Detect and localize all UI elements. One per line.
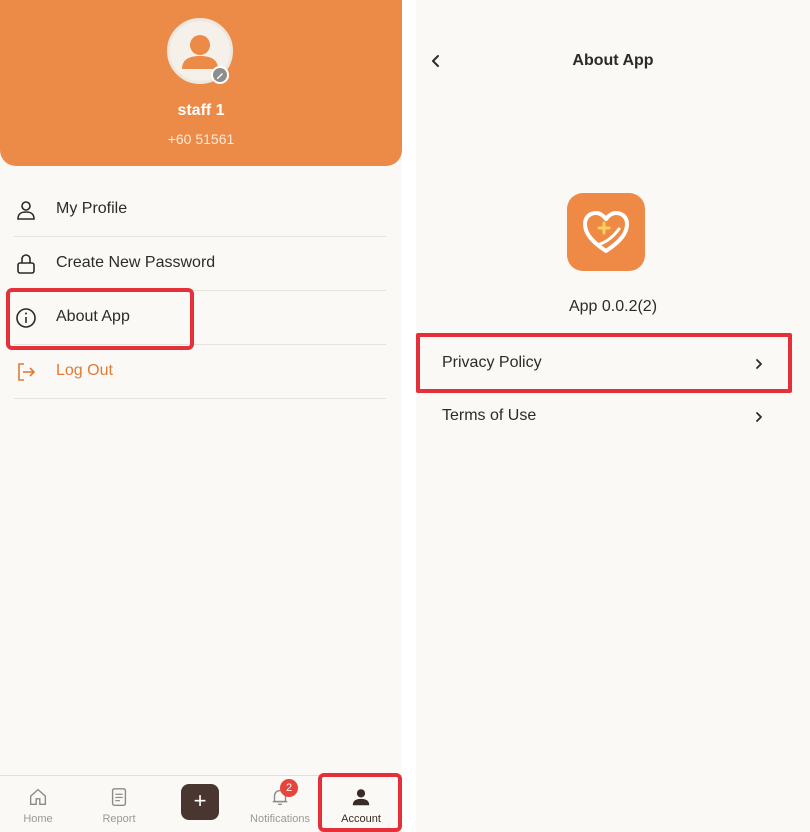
tab-report[interactable]: Report (84, 776, 154, 832)
lock-icon (17, 254, 35, 274)
menu-item-label: Log Out (56, 362, 113, 379)
tab-label: Notifications (250, 813, 310, 825)
user-icon (17, 201, 35, 220)
page-title: About App (572, 52, 654, 69)
menu-item-create-new-password[interactable]: Create New Password (14, 237, 386, 291)
menu-item-label: My Profile (56, 200, 128, 217)
document-icon (111, 788, 127, 806)
chevron-right-icon (756, 412, 762, 422)
edit-avatar-button[interactable] (211, 66, 229, 84)
tab-notifications[interactable]: 2 Notifications (245, 776, 315, 832)
logout-icon (18, 363, 36, 381)
add-button[interactable]: + (181, 784, 219, 820)
profile-phone: +60 51561 (167, 131, 235, 147)
profile-header: staff 1 +60 51561 (0, 0, 402, 166)
plus-icon: + (193, 788, 207, 813)
menu-item-log-out[interactable]: Log Out (14, 345, 386, 399)
tab-label: Report (102, 813, 136, 825)
home-icon (29, 788, 47, 806)
menu-item-my-profile[interactable]: My Profile (14, 183, 386, 237)
app-logo (567, 193, 645, 271)
heart-hand-logo-icon (583, 211, 629, 253)
about-app-screen: About App App 0.0.2(2) Privacy Policy Te… (416, 0, 810, 832)
highlight-box-account-tab (318, 773, 402, 832)
link-label: Terms of Use (442, 407, 537, 424)
terms-of-use-row[interactable]: Terms of Use (442, 394, 766, 440)
profile-name: staff 1 (177, 102, 225, 119)
tab-home[interactable]: Home (3, 776, 73, 832)
highlight-box-about-app (6, 288, 194, 350)
menu-item-label: Create New Password (56, 254, 216, 271)
highlight-box-privacy-policy (416, 333, 792, 393)
tab-label: Home (23, 813, 53, 825)
account-screen: staff 1 +60 51561 My Profile Create New … (0, 0, 402, 832)
app-version: App 0.0.2(2) (568, 298, 658, 315)
pencil-icon (217, 73, 223, 79)
notification-badge: 2 (280, 779, 298, 797)
